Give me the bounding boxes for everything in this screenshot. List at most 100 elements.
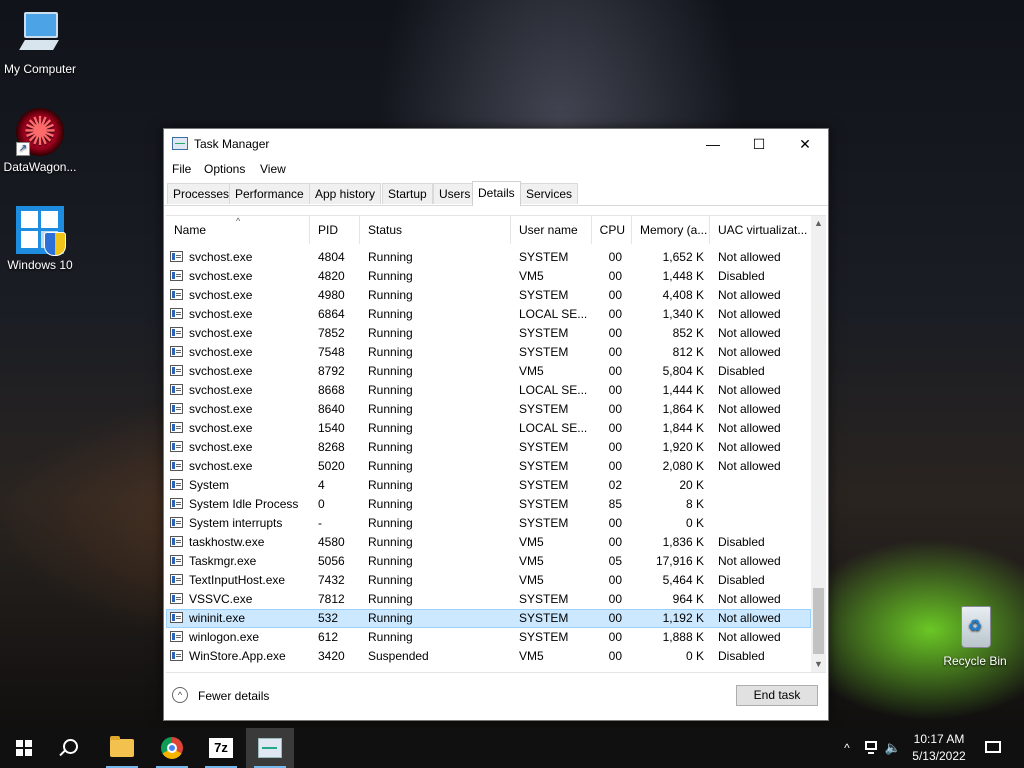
process-icon — [170, 346, 183, 357]
cell-user-name: VM5 — [519, 554, 544, 568]
column-header-cpu[interactable]: CPU — [592, 216, 632, 244]
desktop-icon-datawagon[interactable]: ✺ ↗ DataWagon... — [0, 108, 80, 174]
table-row[interactable]: svchost.exe 6864 Running LOCAL SE... 00 1,340… — [166, 305, 811, 324]
table-row[interactable]: svchost.exe 4820 Running VM5 00 1,448 K Disabl… — [166, 267, 811, 286]
cell-uac: Not allowed — [718, 440, 781, 454]
cell-pid: 1540 — [318, 421, 345, 435]
desktop-icon-my-computer[interactable]: My Computer — [0, 10, 80, 76]
table-row[interactable]: System interrupts - Running SYSTEM 00 0 K — [166, 514, 811, 533]
tab-services[interactable]: Services — [520, 183, 579, 204]
taskbar: 7z ^ 🔈 10:17 AM 5/13/2022 — [0, 728, 1024, 768]
column-header-status[interactable]: Status — [360, 216, 511, 244]
table-row[interactable]: svchost.exe 7548 Running SYSTEM 00 812 K Not a… — [166, 343, 811, 362]
cell-pid: 532 — [318, 611, 339, 625]
desktop-icon-recycle-bin[interactable]: ♻ Recycle Bin — [934, 602, 1016, 668]
cell-user-name: VM5 — [519, 364, 544, 378]
tray-overflow-button[interactable]: ^ — [838, 728, 856, 768]
cell-user-name: VM5 — [519, 649, 544, 663]
table-row[interactable]: WinStore.App.exe 3420 Suspended VM5 00 0 K Dis… — [166, 647, 811, 666]
minimize-button[interactable]: — — [690, 129, 736, 159]
sort-up-icon: ^ — [236, 216, 241, 226]
cell-cpu: 00 — [608, 573, 622, 587]
tab-users[interactable]: Users — [433, 183, 477, 204]
column-header-memory[interactable]: Memory (a... — [632, 216, 710, 244]
cell-status: Running — [368, 383, 413, 397]
table-row[interactable]: winlogon.exe 612 Running SYSTEM 00 1,888 K Not… — [166, 628, 811, 647]
taskbar-file-explorer[interactable] — [98, 728, 146, 768]
taskbar-task-manager[interactable] — [246, 728, 294, 768]
table-row[interactable]: wininit.exe 532 Running SYSTEM 00 1,192 K Not … — [166, 609, 811, 628]
tab-app-history[interactable]: App history — [309, 183, 382, 204]
table-row[interactable]: svchost.exe 8668 Running LOCAL SE... 00 1,444… — [166, 381, 811, 400]
cell-user-name: VM5 — [519, 269, 544, 283]
title-bar[interactable]: Task Manager — ☐ ✕ — [164, 129, 828, 159]
table-row[interactable]: System 4 Running SYSTEM 02 20 K — [166, 476, 811, 495]
network-icon[interactable] — [862, 728, 882, 768]
cell-user-name: SYSTEM — [519, 630, 569, 644]
cell-cpu: 00 — [608, 611, 622, 625]
cell-name: Taskmgr.exe — [189, 554, 257, 568]
menu-options[interactable]: Options — [204, 162, 245, 176]
cell-cpu: 00 — [608, 307, 622, 321]
table-row[interactable]: svchost.exe 8268 Running SYSTEM 00 1,920 K Not… — [166, 438, 811, 457]
column-header-user-name[interactable]: User name — [511, 216, 592, 244]
table-row[interactable]: TextInputHost.exe 7432 Running VM5 00 5,464 K… — [166, 571, 811, 590]
table-row[interactable]: svchost.exe 5020 Running SYSTEM 00 2,080 K Not… — [166, 457, 811, 476]
cell-name: svchost.exe — [189, 269, 253, 283]
cell-user-name: VM5 — [519, 535, 544, 549]
cell-cpu: 00 — [608, 402, 622, 416]
table-row[interactable]: svchost.exe 4980 Running SYSTEM 00 4,408 K Not… — [166, 286, 811, 305]
desktop-icon-windows-10[interactable]: Windows 10 — [0, 206, 80, 272]
table-row[interactable]: VSSVC.exe 7812 Running SYSTEM 00 964 K Not all… — [166, 590, 811, 609]
scroll-thumb[interactable] — [813, 588, 824, 654]
taskbar-chrome[interactable] — [148, 728, 196, 768]
table-row[interactable]: System Idle Process 0 Running SYSTEM 85 8 K — [166, 495, 811, 514]
cell-pid: 7548 — [318, 345, 345, 359]
tab-details[interactable]: Details — [472, 181, 521, 206]
cell-pid: 7432 — [318, 573, 345, 587]
tab-startup[interactable]: Startup — [382, 183, 433, 204]
start-button[interactable] — [0, 728, 48, 768]
desktop-icon-label: DataWagon... — [3, 160, 77, 174]
menu-file[interactable]: File — [172, 162, 191, 176]
cell-user-name: LOCAL SE... — [519, 421, 588, 435]
cell-name: svchost.exe — [189, 364, 253, 378]
table-row[interactable]: svchost.exe 8792 Running VM5 00 5,804 K Disabl… — [166, 362, 811, 381]
table-row[interactable]: svchost.exe 7852 Running SYSTEM 00 852 K Not a… — [166, 324, 811, 343]
notifications-icon[interactable] — [982, 728, 1004, 768]
cell-memory: 0 K — [685, 516, 704, 530]
close-button[interactable]: ✕ — [782, 129, 828, 159]
cell-pid: 0 — [318, 497, 325, 511]
cell-cpu: 00 — [608, 364, 622, 378]
cell-user-name: SYSTEM — [519, 326, 569, 340]
table-row[interactable]: svchost.exe 8640 Running SYSTEM 00 1,864 K Not… — [166, 400, 811, 419]
search-button[interactable] — [48, 728, 96, 768]
process-icon — [170, 365, 183, 376]
tab-processes[interactable]: Processes — [167, 183, 236, 204]
column-header-name[interactable]: ^ Name — [166, 216, 310, 244]
column-header-uac[interactable]: UAC virtualizat... — [710, 216, 811, 244]
menu-view[interactable]: View — [260, 162, 286, 176]
cell-pid: - — [318, 516, 322, 530]
folder-icon — [110, 736, 134, 757]
cell-pid: 4580 — [318, 535, 345, 549]
table-row[interactable]: svchost.exe 4804 Running SYSTEM 00 1,652 K Not… — [166, 248, 811, 267]
vertical-scrollbar[interactable]: ▲ ▼ — [811, 216, 826, 672]
column-header-pid[interactable]: PID — [310, 216, 360, 244]
clock[interactable]: 10:17 AM 5/13/2022 — [900, 731, 978, 765]
taskbar-7zip[interactable]: 7z — [197, 728, 245, 768]
cell-cpu: 00 — [608, 649, 622, 663]
scroll-down-icon[interactable]: ▼ — [811, 657, 826, 672]
maximize-button[interactable]: ☐ — [736, 129, 782, 159]
cell-name: WinStore.App.exe — [189, 649, 286, 663]
cell-cpu: 00 — [608, 592, 622, 606]
scroll-up-icon[interactable]: ▲ — [811, 216, 826, 231]
table-row[interactable]: taskhostw.exe 4580 Running VM5 00 1,836 K Disa… — [166, 533, 811, 552]
cell-status: Running — [368, 345, 413, 359]
cell-uac: Disabled — [718, 573, 765, 587]
end-task-button[interactable]: End task — [736, 685, 818, 706]
table-row[interactable]: svchost.exe 1540 Running LOCAL SE... 00 1,844… — [166, 419, 811, 438]
cell-pid: 7852 — [318, 326, 345, 340]
table-row[interactable]: Taskmgr.exe 5056 Running VM5 05 17,916 K Not a… — [166, 552, 811, 571]
tab-performance[interactable]: Performance — [229, 183, 310, 204]
